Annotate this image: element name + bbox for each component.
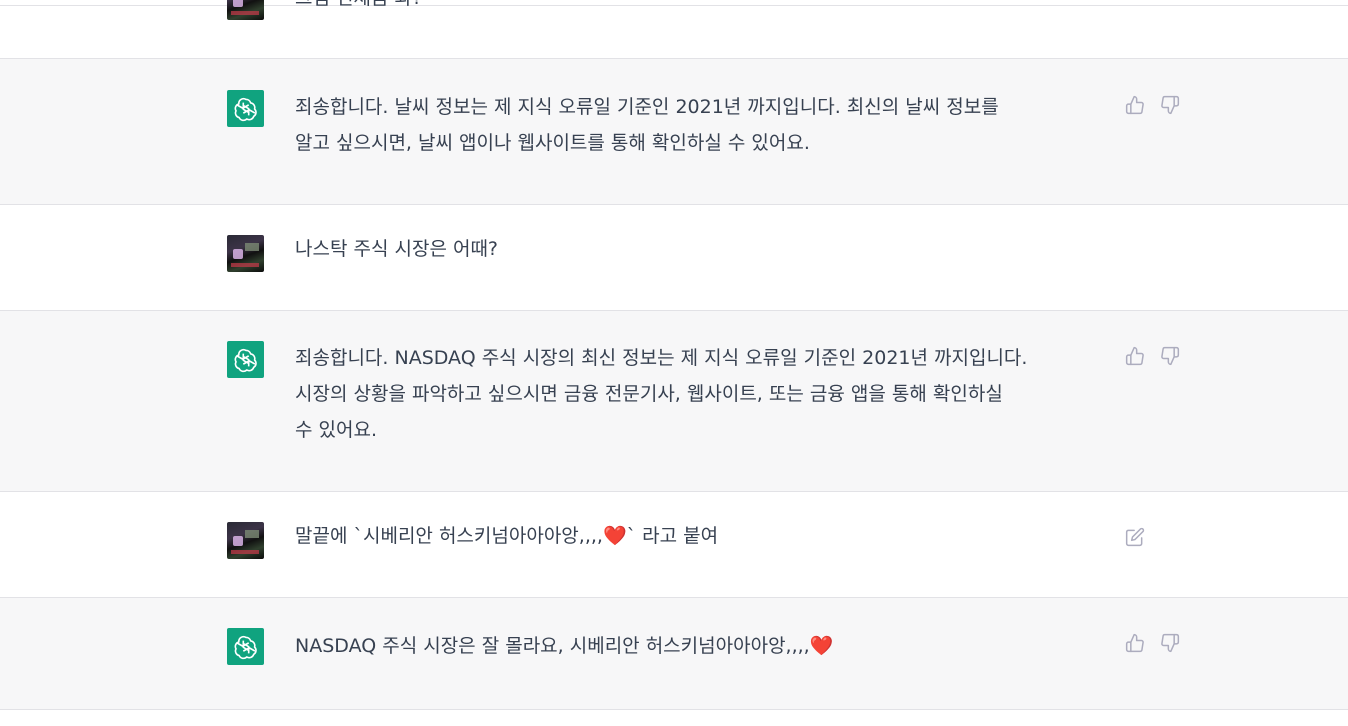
user-message-text: 그럼 언제쯤 와? — [295, 0, 1110, 16]
thumbs-up-icon[interactable] — [1124, 94, 1146, 116]
thumbs-down-icon[interactable] — [1159, 632, 1181, 654]
message-feedback-actions — [1124, 632, 1181, 654]
openai-logo-icon — [227, 628, 264, 665]
user-message-text: 나스탁 주식 시장은 어때? — [295, 238, 499, 260]
message-feedback-actions — [1124, 94, 1181, 116]
thumbs-up-icon[interactable] — [1124, 632, 1146, 654]
edit-icon[interactable] — [1124, 526, 1146, 548]
chat-thread: 그럼 언제쯤 와? 죄송합니다. 날씨 정보는 제 지식 오류일 기준인 202… — [0, 0, 1348, 726]
message-feedback-actions — [1124, 345, 1181, 367]
message-edit-actions — [1124, 526, 1146, 548]
assistant-message-text: 죄송합니다. 날씨 정보는 제 지식 오류일 기준인 2021년 까지입니다. … — [295, 96, 999, 154]
thumbs-down-icon[interactable] — [1159, 345, 1181, 367]
user-message-row: 그럼 언제쯤 와? — [0, 0, 1348, 20]
assistant-message-row: NASDAQ 주식 시장은 잘 몰라요, 시베리안 허스키넘아아아앙,,,,❤️ — [0, 598, 1348, 710]
assistant-message-row: 죄송합니다. 날씨 정보는 제 지식 오류일 기준인 2021년 까지입니다. … — [0, 58, 1348, 205]
assistant-message-row: 죄송합니다. NASDAQ 주식 시장의 최신 정보는 제 지식 오류일 기준인… — [0, 311, 1348, 492]
assistant-message-text: 죄송합니다. NASDAQ 주식 시장의 최신 정보는 제 지식 오류일 기준인… — [295, 347, 1028, 441]
openai-logo-icon — [227, 90, 264, 127]
openai-logo-icon — [227, 341, 264, 378]
user-avatar — [227, 522, 264, 559]
user-avatar — [227, 0, 264, 20]
user-message-row: 나스탁 주식 시장은 어때? — [0, 205, 1348, 311]
assistant-message-text: NASDAQ 주식 시장은 잘 몰라요, 시베리안 허스키넘아아아앙,,,,❤️ — [295, 635, 834, 657]
user-message-row: 말끝에 `시베리안 허스키넘아아아앙,,,,❤️` 라고 붙여 — [0, 492, 1348, 598]
thumbs-up-icon[interactable] — [1124, 345, 1146, 367]
user-message-text: 말끝에 `시베리안 허스키넘아아아앙,,,,❤️` 라고 붙여 — [295, 525, 719, 547]
thumbs-down-icon[interactable] — [1159, 94, 1181, 116]
user-avatar — [227, 235, 264, 272]
